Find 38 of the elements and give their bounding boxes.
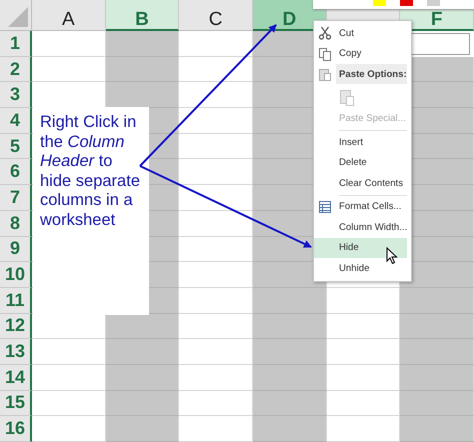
row-header[interactable]: 2: [0, 56, 32, 82]
row-header[interactable]: 7: [0, 185, 32, 211]
menu-item[interactable]: Hide: [314, 238, 408, 258]
row-header[interactable]: 11: [0, 288, 32, 314]
row-header[interactable]: 16: [0, 416, 32, 442]
row-header[interactable]: 8: [0, 210, 32, 236]
column-header[interactable]: A: [32, 0, 106, 31]
row-header[interactable]: 9: [0, 236, 32, 262]
row-header[interactable]: 5: [0, 134, 32, 160]
row-header[interactable]: 15: [0, 390, 32, 416]
scissors-icon: [318, 26, 332, 40]
mouse-pointer-icon: [386, 247, 398, 265]
clipboard-icon: [318, 67, 332, 81]
row-header[interactable]: 10: [0, 262, 32, 288]
menu-item[interactable]: Copy: [314, 44, 408, 64]
row-header[interactable]: 1: [0, 31, 32, 57]
font-color-swatch-icon[interactable]: [400, 0, 413, 6]
row-header[interactable]: 13: [0, 339, 32, 365]
menu-item[interactable]: Format Cells...: [314, 196, 408, 217]
highlight-swatch-icon[interactable]: [373, 0, 386, 6]
column-header[interactable]: B: [106, 0, 180, 31]
menu-item[interactable]: Clear Contents: [314, 173, 408, 194]
callout-text: Right Click in the Column Header to hide separate columns in a worksheet: [33, 107, 149, 315]
select-all-icon[interactable]: [8, 7, 28, 27]
borders-icon[interactable]: [427, 0, 440, 6]
menu-heading: Paste Options:: [336, 64, 407, 84]
row-header[interactable]: 12: [0, 314, 32, 340]
row-header[interactable]: 4: [0, 108, 32, 134]
menu-item[interactable]: Unhide: [314, 258, 408, 278]
copy-icon: [318, 46, 332, 60]
row-header[interactable]: 6: [0, 159, 32, 186]
menu-item[interactable]: Insert: [314, 132, 408, 152]
row-header[interactable]: 14: [0, 364, 32, 391]
column-header[interactable]: C: [179, 0, 253, 31]
table-icon: [318, 200, 332, 214]
menu-item[interactable]: Delete: [314, 152, 408, 173]
menu-item[interactable]: Column Width...: [314, 217, 408, 238]
row-header[interactable]: 3: [0, 82, 32, 108]
